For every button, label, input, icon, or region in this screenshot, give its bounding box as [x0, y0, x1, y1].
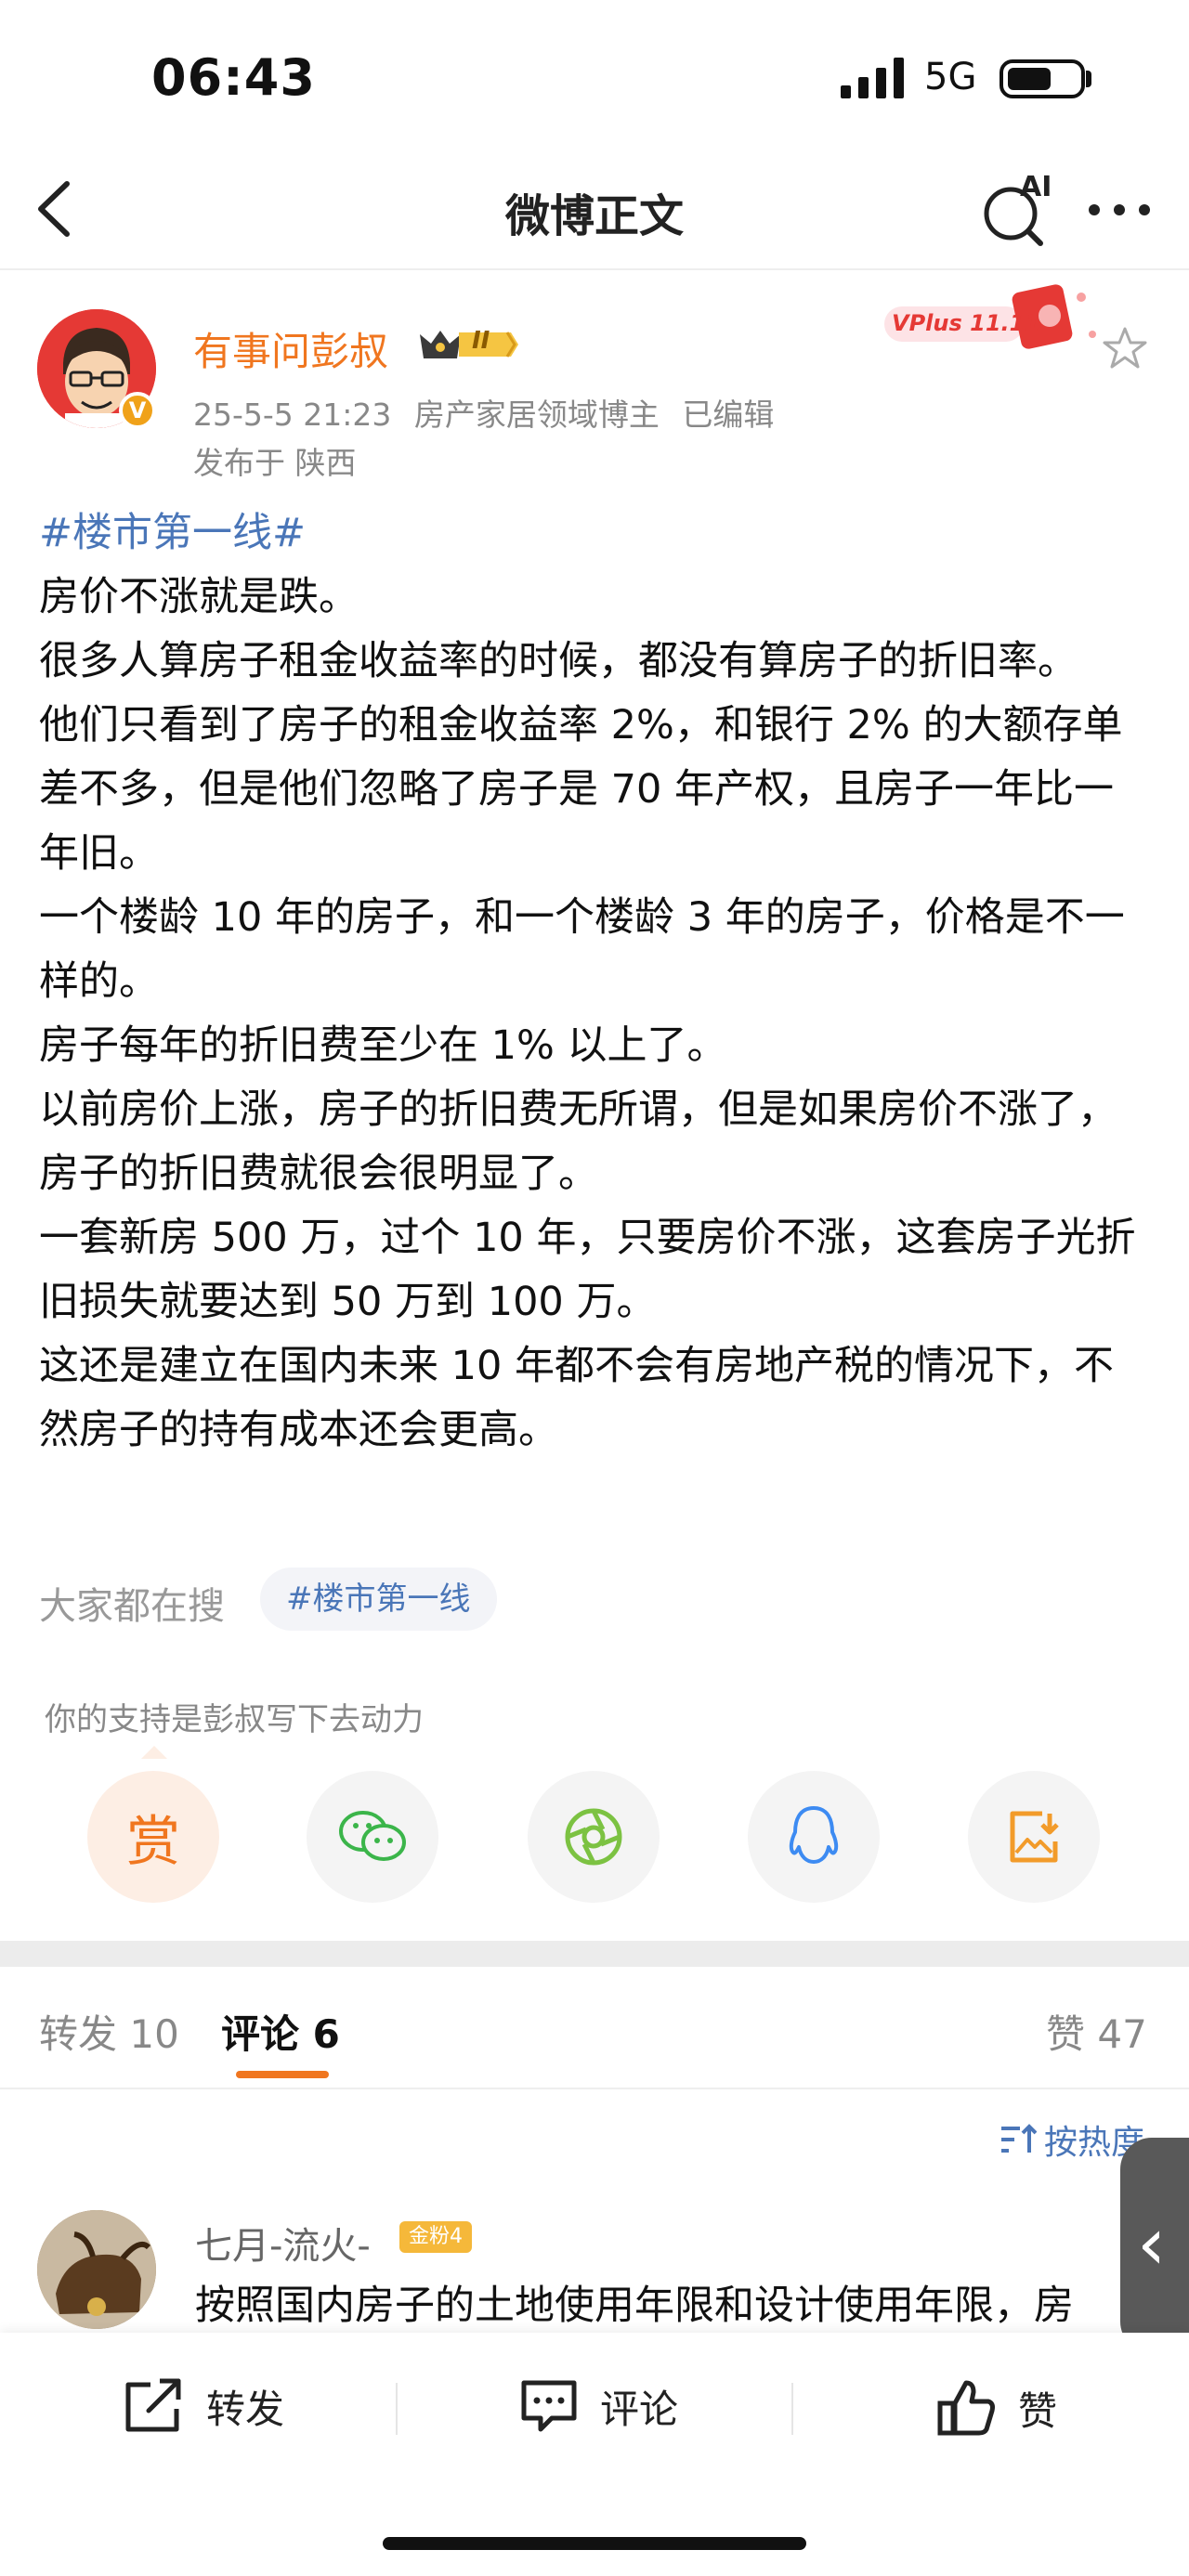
trending-search-label: 大家都在搜 [39, 1585, 225, 1628]
post-paragraph: 这还是建立在国内未来 10 年都不会有房地产税的情况下，不然房子的持有成本还会更… [39, 1343, 1115, 1453]
bull-statue-icon [37, 2210, 156, 2329]
repost-icon [125, 2378, 181, 2432]
trending-search-chip[interactable]: #楼市第一线 [260, 1568, 497, 1631]
bottom-separator [396, 2383, 398, 2435]
qq-penguin-icon [789, 1806, 839, 1864]
moments-aperture-icon [565, 1808, 622, 1866]
post-paragraph: 房子每年的折旧费至少在 1% 以上了。 [39, 1022, 727, 1069]
home-indicator [383, 2537, 806, 2550]
post-paragraph: 一套新房 500 万，过个 10 年，只要房价不涨，这套房子光折旧损失就要达到 … [39, 1215, 1136, 1325]
sort-icon [1001, 2124, 1037, 2153]
chevron-left-icon: ‹ [1137, 2203, 1167, 2286]
share-wechat-button[interactable] [307, 1771, 438, 1903]
repost-button[interactable]: 转发 [123, 2377, 284, 2435]
active-tab-indicator [236, 2071, 329, 2078]
commenter-name[interactable]: 七月-流火- [195, 2216, 371, 2270]
reward-label: 赏 [125, 1810, 180, 1873]
save-image-button[interactable] [968, 1771, 1100, 1903]
tab-repost[interactable]: 转发 10 [39, 2003, 179, 2060]
post-date: 25-5-5 21:23 [193, 397, 392, 433]
level-text: II [472, 327, 490, 355]
like-button[interactable]: 赞 [936, 2377, 1057, 2439]
support-text: 你的支持是彭叔写下去动力 [45, 1701, 424, 1738]
status-time: 06:43 [151, 48, 316, 107]
comment-label: 评论 [600, 2386, 679, 2432]
post-paragraph: 以前房价上涨，房子的折旧费无所谓，但是如果房价不涨了，房子的折旧费就很会很明显了… [39, 1086, 1117, 1197]
post-paragraph: 他们只看到了房子的租金收益率 2%，和银行 2% 的大额存单差不多，但是他们忽略… [39, 702, 1123, 877]
reward-button[interactable]: 赏 [87, 1771, 219, 1903]
repost-label: 转发 [206, 2386, 285, 2432]
share-qq-button[interactable] [748, 1771, 880, 1903]
vplus-label: VPlus 11.11 [892, 310, 1041, 336]
battery-icon [1000, 59, 1085, 98]
signal-icon [841, 58, 904, 98]
nav-divider [0, 268, 1189, 270]
tab-like[interactable]: 赞 47 [1046, 2003, 1147, 2060]
post-hashtag[interactable]: #楼市第一线# [39, 510, 306, 556]
comment-text[interactable]: 按照国内房子的土地使用年限和设计使用年限，房 [195, 2273, 1124, 2331]
thumbs-up-icon [937, 2380, 995, 2436]
ai-label: AI [1020, 171, 1052, 203]
post-meta: 25-5-5 21:23 房产家居领域博主 已编辑 [193, 390, 787, 435]
fan-badge: 金粉4 [399, 2221, 472, 2253]
tabs-divider [0, 2088, 1189, 2089]
author-name[interactable]: 有事问彭叔 [193, 320, 388, 377]
edited-label: 已编辑 [682, 397, 775, 433]
save-image-icon [1010, 1811, 1059, 1863]
battery-tip [1086, 71, 1091, 87]
more-icon[interactable] [1087, 202, 1152, 217]
favorite-star-icon[interactable] [1102, 325, 1148, 371]
like-label: 赞 [1018, 2387, 1058, 2434]
comment-bubble-icon [521, 2380, 577, 2432]
share-moments-button[interactable] [528, 1771, 660, 1903]
ai-search-button[interactable]: AI [979, 171, 1053, 247]
member-level-badge[interactable]: II [414, 323, 522, 366]
post-location: 发布于 陕西 [193, 445, 357, 481]
post-paragraph: 房价不涨就是跌。 [39, 574, 359, 620]
support-pointer [141, 1746, 167, 1759]
bottom-separator [791, 2383, 793, 2435]
verified-badge: V [119, 392, 156, 429]
tab-comment[interactable]: 评论 6 [221, 2003, 340, 2060]
network-type: 5G [924, 56, 977, 98]
post-paragraph: 很多人算房子租金收益率的时候，都没有算房子的折旧率。 [39, 638, 1078, 684]
author-role: 房产家居领域博主 [413, 397, 660, 433]
post-paragraph: 一个楼龄 10 年的房子，和一个楼龄 3 年的房子，价格是不一样的。 [39, 894, 1125, 1005]
crown-icon [420, 331, 518, 358]
post-body: #楼市第一线# 房价不涨就是跌。 很多人算房子租金收益率的时候，都没有算房子的折… [39, 501, 1154, 1463]
section-divider [0, 1941, 1189, 1967]
comment-button[interactable]: 评论 [518, 2377, 678, 2435]
wechat-icon [339, 1811, 406, 1861]
commenter-avatar[interactable] [37, 2210, 156, 2329]
vplus-banner[interactable]: VPlus 11.11 [877, 279, 1109, 364]
